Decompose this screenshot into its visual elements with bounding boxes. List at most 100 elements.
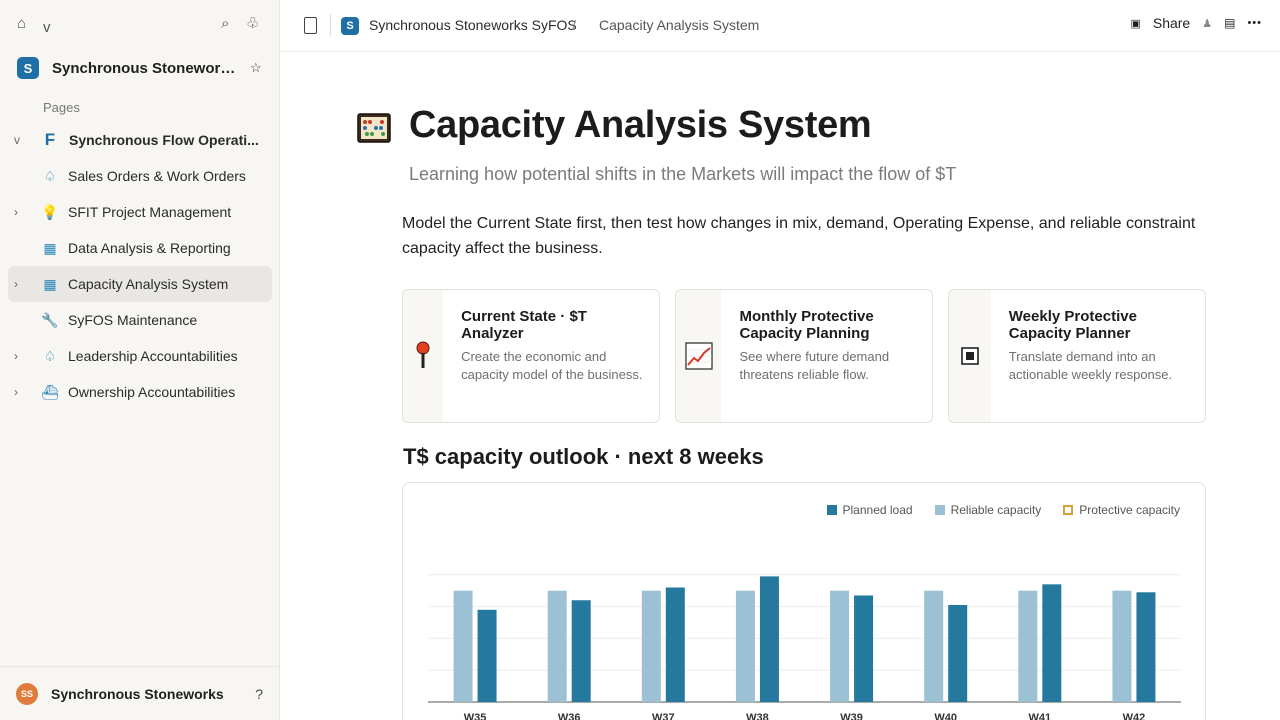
sidebar-item-capacity-analysis[interactable]: › ▦ Capacity Analysis System	[8, 266, 272, 302]
page-subtitle: Learning how potential shifts in the Mar…	[409, 164, 957, 184]
chevron-right-icon[interactable]: ›	[14, 277, 24, 291]
home-icon[interactable]: ⌂	[17, 14, 26, 34]
card-weekly-protective-capacity[interactable]: Weekly Protective Capacity Planner Trans…	[948, 289, 1206, 423]
bar-reliable-capacity	[924, 590, 944, 702]
card-description: Translate demand into an actionable week…	[1008, 349, 1173, 382]
x-tick-label: W41	[1029, 712, 1052, 720]
sidebar: ⌂ v ⌕ ♧ S Synchronous Stoneworks... ☆ Pa…	[0, 0, 280, 720]
pin-icon	[416, 341, 430, 368]
share-button[interactable]: Share	[1153, 15, 1190, 31]
table-icon: ▦	[43, 275, 57, 292]
card-monthly-protective-capacity[interactable]: Monthly Protective Capacity Planning See…	[675, 289, 933, 423]
sidebar-item-label: SFIT Project Management	[68, 204, 232, 220]
page-tree: v F Synchronous Flow Operati... ♤ Sales …	[8, 122, 272, 410]
wrench-icon: 🔧	[41, 311, 59, 328]
chart-up-icon	[685, 342, 713, 370]
page-title[interactable]: Capacity Analysis System	[409, 104, 872, 147]
pages-section-label: Pages	[43, 100, 80, 115]
card-current-state-analyzer[interactable]: Current State · $T Analyzer Create the e…	[402, 289, 660, 423]
lightbulb-icon: 💡	[41, 203, 59, 220]
sidebar-item-data-analysis[interactable]: ▦ Data Analysis & Reporting	[8, 230, 272, 266]
card-title: Current State · $T Analyzer	[461, 308, 587, 342]
x-tick-label: W42	[1123, 712, 1146, 720]
help-button[interactable]: ?	[255, 686, 263, 702]
chevron-down-icon[interactable]: v	[43, 18, 51, 38]
workspace-logo: S	[17, 57, 39, 79]
workspace-footer-name[interactable]: Synchronous Stoneworks	[51, 686, 224, 702]
user-icon[interactable]: ♟	[1202, 17, 1212, 30]
f-letter-icon: F	[44, 130, 56, 149]
breadcrumb-workspace[interactable]: Synchronous Stoneworks SyFOS	[369, 17, 577, 33]
workspace-name: Synchronous Stoneworks...	[52, 59, 240, 77]
sidebar-footer: SS Synchronous Stoneworks ?	[0, 666, 279, 720]
comments-icon[interactable]: ▤	[1224, 16, 1235, 30]
card-description: Create the economic and capacity model o…	[461, 349, 643, 382]
bar-planned-load	[1042, 584, 1062, 702]
sidebar-item-label: Synchronous Flow Operati...	[69, 132, 259, 148]
sidebar-item-label: Leadership Accountabilities	[68, 348, 238, 364]
bar-planned-load	[1136, 592, 1156, 702]
section-heading: T$ capacity outlook · next 8 weeks	[403, 444, 764, 469]
chevron-right-icon[interactable]: ›	[14, 385, 24, 399]
chevron-down-icon[interactable]: v	[14, 133, 24, 147]
sidebar-item-sales-orders[interactable]: ♤ Sales Orders & Work Orders	[8, 158, 272, 194]
star-icon[interactable]: ☆	[250, 60, 262, 76]
divider	[330, 14, 331, 36]
x-tick-label: W39	[840, 712, 863, 720]
x-tick-label: W37	[652, 712, 675, 720]
bar-reliable-capacity	[735, 590, 755, 702]
abacus-icon[interactable]	[357, 113, 391, 143]
bar-planned-load	[948, 605, 968, 702]
search-icon[interactable]: ⌕	[221, 14, 229, 34]
card-art	[949, 290, 991, 422]
spade-icon: ♤	[43, 347, 57, 364]
link-cards: Current State · $T Analyzer Create the e…	[402, 289, 1206, 423]
workspace-switcher[interactable]: S Synchronous Stoneworks... ☆	[8, 52, 272, 84]
sidebar-top: ⌂ v ⌕ ♧	[0, 0, 280, 52]
sidebar-toggle-icon[interactable]	[304, 17, 317, 34]
notification-icon[interactable]: ♧	[246, 14, 259, 34]
page-icon-small-icon[interactable]: ▣	[1130, 17, 1140, 30]
card-art	[403, 290, 444, 422]
capacity-chart: Planned load Reliable capacity Protectiv…	[402, 482, 1206, 720]
square-target-icon	[961, 347, 979, 365]
table-icon: ▦	[43, 239, 57, 256]
sidebar-item-label: SyFOS Maintenance	[68, 312, 198, 328]
sidebar-item-synchronous-flow[interactable]: v F Synchronous Flow Operati...	[8, 122, 272, 158]
x-tick-label: W35	[464, 712, 487, 720]
chart-plot: W35 W36 W37 W38 W39 W40 W41 W42	[428, 574, 1181, 720]
sidebar-item-leadership[interactable]: › ♤ Leadership Accountabilities	[8, 338, 272, 374]
topbar-actions: ▣ Share ♟ ▤ •••	[1118, 15, 1262, 31]
card-title: Weekly Protective Capacity Planner	[1008, 308, 1137, 342]
bar-reliable-capacity	[1018, 590, 1038, 702]
chevron-right-icon[interactable]: ›	[14, 349, 24, 363]
x-tick-label: W40	[934, 712, 957, 720]
sidebar-item-syfos-maintenance[interactable]: 🔧 SyFOS Maintenance	[8, 302, 272, 338]
sidebar-item-sfit-project[interactable]: › 💡 SFIT Project Management	[8, 194, 272, 230]
breadcrumb-separator: /	[572, 17, 576, 33]
card-description: See where future demand threatens reliab…	[739, 349, 890, 382]
bar-reliable-capacity	[830, 590, 850, 702]
sidebar-item-label: Capacity Analysis System	[68, 276, 229, 292]
more-options-icon[interactable]: •••	[1247, 17, 1262, 29]
sidebar-item-ownership[interactable]: › ⛴ Ownership Accountabilities	[8, 374, 272, 410]
bar-planned-load	[854, 595, 874, 702]
intro-paragraph: Model the Current State first, then test…	[402, 215, 1196, 257]
bar-planned-load	[571, 600, 591, 702]
sidebar-item-label: Ownership Accountabilities	[68, 384, 236, 400]
x-tick-label: W36	[558, 712, 581, 720]
bar-reliable-capacity	[453, 590, 473, 702]
chevron-right-icon[interactable]: ›	[14, 205, 24, 219]
topbar: S Synchronous Stoneworks SyFOS / Capacit…	[280, 0, 1280, 52]
avatar[interactable]: SS	[16, 682, 38, 705]
spade-icon: ♤	[43, 167, 57, 184]
bar-reliable-capacity	[641, 590, 661, 702]
bar-reliable-capacity	[1112, 590, 1132, 702]
card-art	[676, 290, 722, 422]
breadcrumb-page[interactable]: Capacity Analysis System	[599, 17, 759, 33]
bar-planned-load	[477, 609, 497, 702]
bar-reliable-capacity	[547, 590, 567, 702]
x-tick-label: W38	[746, 712, 769, 720]
sidebar-item-label: Data Analysis & Reporting	[68, 240, 231, 256]
ship-icon: ⛴	[41, 383, 59, 400]
